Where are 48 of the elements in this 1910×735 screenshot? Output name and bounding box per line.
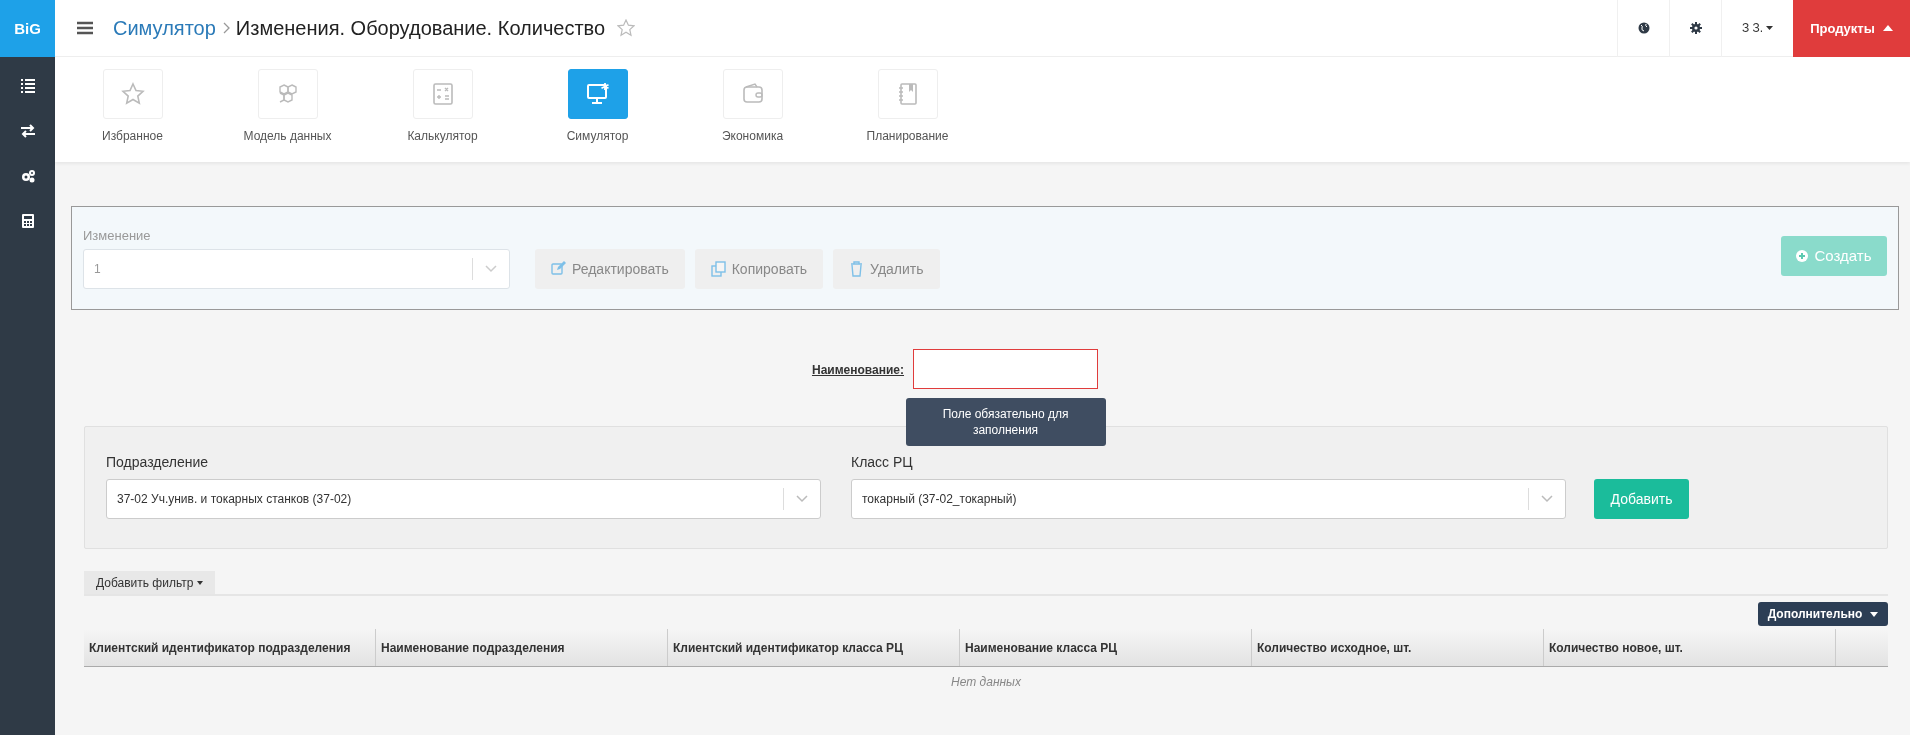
dropdown-field[interactable]: токарный (37-02_токарный) xyxy=(851,479,1566,519)
app-tile[interactable]: Калькулятор xyxy=(365,69,520,143)
app-tile[interactable]: Модель данных xyxy=(210,69,365,143)
list-icon[interactable] xyxy=(19,78,36,94)
calculator-icon xyxy=(430,82,455,106)
calculator-icon[interactable] xyxy=(19,213,36,229)
globe-icon[interactable] xyxy=(1637,22,1650,34)
gears-icon[interactable] xyxy=(19,168,36,184)
breadcrumb-link[interactable]: Симулятор xyxy=(113,16,216,40)
chevron-icon xyxy=(221,22,230,34)
field-label: Наименование: xyxy=(811,363,904,377)
copy-icon xyxy=(710,260,726,277)
field-label: Изменение xyxy=(83,227,152,243)
products-button[interactable]: Продукты xyxy=(1793,0,1910,57)
menu-icon[interactable] xyxy=(77,21,93,35)
add-filter-tab[interactable]: Добавить фильтр xyxy=(84,571,216,594)
caret-icon xyxy=(1882,25,1893,31)
column-header[interactable]: Количество исходное, шт. xyxy=(1252,629,1544,666)
edit-icon xyxy=(551,260,566,277)
app-tile[interactable]: Экономика xyxy=(675,69,830,143)
star-icon[interactable] xyxy=(617,19,636,37)
dropdown-field[interactable]: 37-02 Уч.унив. и токарных станков (37-02) xyxy=(106,479,821,519)
app-tile[interactable]: Планирование xyxy=(830,69,985,143)
validation-tooltip: Поле обязательно для заполнения xyxy=(905,398,1106,447)
settings-icon[interactable] xyxy=(1689,22,1702,34)
user-menu[interactable]: З З. xyxy=(1741,21,1774,35)
plus-circle-icon xyxy=(1796,249,1809,262)
app-tile[interactable]: Симулятор xyxy=(520,69,675,143)
wallet-icon xyxy=(740,82,765,106)
page-title: Изменения. Оборудование. Количество xyxy=(235,16,606,40)
caret-icon xyxy=(1766,26,1774,30)
more-button[interactable]: Дополнительно xyxy=(1758,602,1888,626)
column-header[interactable]: Клиентский идентификатор подразделения xyxy=(84,629,376,666)
transfer-icon[interactable] xyxy=(19,123,36,139)
name-input-field[interactable] xyxy=(913,349,1098,389)
field-label: Подразделение xyxy=(106,454,210,470)
trash-icon xyxy=(849,260,865,277)
caret-icon xyxy=(1870,611,1879,617)
monitor-icon xyxy=(585,82,610,106)
column-header[interactable]: Наименование подразделения xyxy=(376,629,668,666)
star-icon xyxy=(120,82,145,106)
caret-icon xyxy=(197,580,204,585)
empty-table-message: Нет данных xyxy=(950,674,1022,689)
column-header[interactable]: Клиентский идентификатор класса РЦ xyxy=(668,629,960,666)
column-header[interactable]: Количество новое, шт. xyxy=(1544,629,1836,666)
app-tile[interactable]: Избранное xyxy=(55,69,210,143)
field-label: Класс РЦ xyxy=(851,454,914,470)
column-header[interactable]: Наименование класса РЦ xyxy=(960,629,1252,666)
